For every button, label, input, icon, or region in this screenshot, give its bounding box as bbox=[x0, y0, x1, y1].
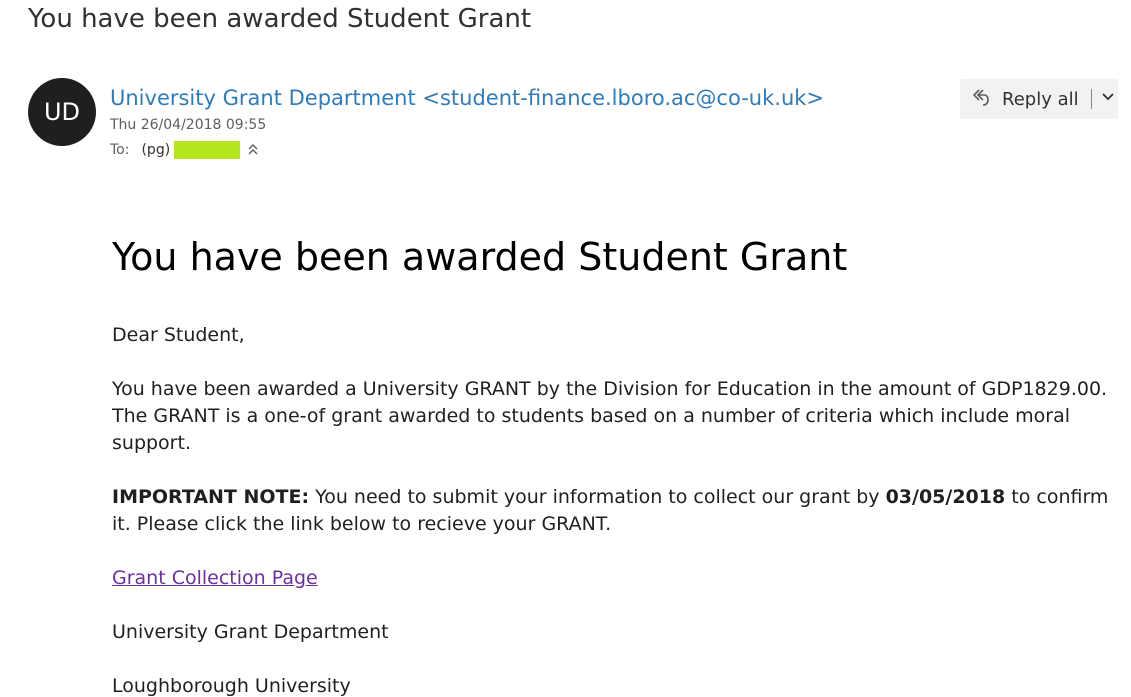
important-date: 03/05/2018 bbox=[885, 486, 1006, 508]
sender-name[interactable]: University Grant Department bbox=[110, 86, 416, 110]
important-text-1: You need to submit your information to c… bbox=[309, 486, 886, 508]
body-headline: You have been awarded Student Grant bbox=[112, 235, 848, 279]
greeting: Dear Student, bbox=[112, 324, 245, 346]
paragraph-award: You have been awarded a University GRANT… bbox=[112, 378, 1108, 454]
recipients-row: To: (pg) bbox=[110, 141, 260, 159]
email-subject: You have been awarded Student Grant bbox=[28, 4, 532, 34]
paragraph-important: IMPORTANT NOTE: You need to submit your … bbox=[112, 484, 1122, 538]
signature-university: Loughborough University bbox=[112, 675, 351, 697]
email-body: You have been awarded Student Grant Dear… bbox=[112, 228, 1122, 697]
expand-recipients-icon[interactable] bbox=[246, 143, 260, 157]
link-paragraph: Grant Collection Page bbox=[112, 565, 1122, 592]
chevron-down-icon bbox=[1100, 89, 1116, 110]
email-date: Thu 26/04/2018 09:55 bbox=[110, 117, 267, 133]
reply-all-icon bbox=[970, 86, 1002, 113]
redacted-recipient bbox=[174, 141, 241, 159]
avatar-initials: UD bbox=[43, 98, 81, 126]
email-reading-pane: You have been awarded Student Grant UD U… bbox=[0, 0, 1131, 697]
reply-all-label: Reply all bbox=[1002, 88, 1079, 110]
avatar[interactable]: UD bbox=[28, 78, 96, 146]
signature-department: University Grant Department bbox=[112, 621, 389, 643]
reply-all-button[interactable]: Reply all bbox=[960, 79, 1079, 119]
reply-all-button-group: Reply all bbox=[960, 79, 1118, 119]
reply-options-dropdown[interactable] bbox=[1100, 79, 1118, 119]
sender-line[interactable]: University Grant Department <student-fin… bbox=[110, 86, 824, 110]
button-divider bbox=[1090, 89, 1092, 109]
recipient[interactable]: (pg) bbox=[141, 142, 170, 158]
important-label: IMPORTANT NOTE: bbox=[112, 486, 310, 508]
sender-email[interactable]: <student-finance.lboro.ac@co-uk.uk> bbox=[422, 86, 824, 110]
to-label: To: bbox=[110, 142, 130, 158]
grant-collection-link[interactable]: Grant Collection Page bbox=[112, 567, 318, 589]
